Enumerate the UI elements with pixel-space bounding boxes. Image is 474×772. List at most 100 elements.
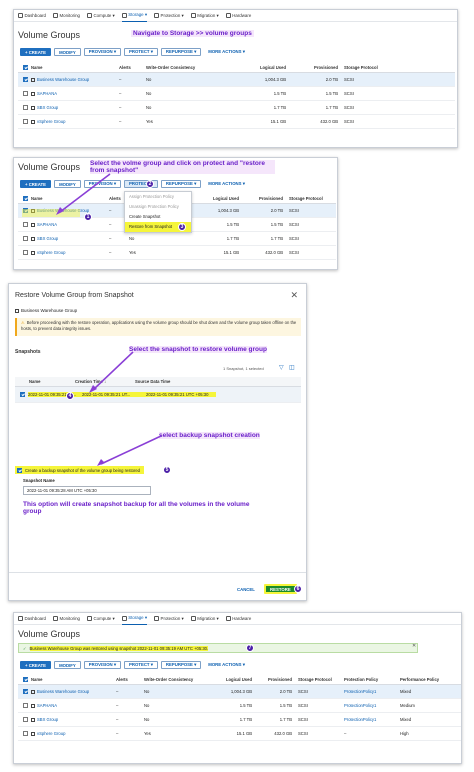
table-row[interactable]: vSphere Group – Yes 15.1 GB 432.0 GB SCS… bbox=[18, 246, 336, 260]
annotation-arrow bbox=[56, 173, 111, 215]
more-actions-button[interactable]: MORE ACTIONS ▾ bbox=[204, 48, 249, 56]
table-row[interactable]: vSphere Group – Yes 15.1 GB 432.0 GB SCS… bbox=[18, 115, 455, 129]
table-row[interactable]: SBX Group – No 1.7 TB 1.7 TB SCSI Protec… bbox=[18, 713, 461, 727]
table-header: Name Creation Time ↓ Source Data Time bbox=[15, 377, 301, 387]
create-button[interactable]: + CREATE bbox=[20, 48, 52, 56]
annotation-select-snapshot: Select the snapshot to restore volume gr… bbox=[129, 346, 267, 353]
select-all-checkbox[interactable] bbox=[23, 677, 28, 682]
snapshot-name-label: Snapshot Name bbox=[23, 478, 55, 483]
modify-button[interactable]: MODIFY bbox=[54, 661, 81, 669]
top-nav: Dashboard Monitoring Compute ▾ Storage ▾… bbox=[14, 613, 461, 625]
table-row[interactable]: SAPHANA – No 1.5 TB 1.5 TB SCSI bbox=[18, 87, 455, 101]
migration-icon bbox=[190, 616, 196, 621]
filter-icon[interactable]: ▽ bbox=[279, 364, 284, 371]
nav-monitoring[interactable]: Monitoring bbox=[52, 13, 80, 18]
compute-icon bbox=[86, 13, 92, 18]
volume-group-icon bbox=[31, 77, 35, 82]
menu-item-assign-policy[interactable]: Assign Protection Policy bbox=[125, 192, 191, 202]
nav-monitoring[interactable]: Monitoring bbox=[52, 616, 80, 621]
row-checkbox[interactable] bbox=[23, 731, 28, 736]
volume-group-icon bbox=[31, 703, 35, 708]
restore-button[interactable]: RESTORE bbox=[264, 584, 297, 594]
nav-migration[interactable]: Migration ▾ bbox=[190, 616, 219, 622]
step-badge-6: 6 bbox=[294, 585, 302, 593]
panel-volume-groups: Dashboard Monitoring Compute ▾ Storage ▾… bbox=[13, 9, 458, 148]
protect-button[interactable]: PROTECT ▾ bbox=[124, 661, 158, 669]
cancel-button[interactable]: CANCEL bbox=[233, 585, 259, 593]
success-banner: ✓ Business Warehouse Group was restored … bbox=[18, 643, 418, 653]
snapshots-heading: Snapshots bbox=[15, 349, 41, 355]
nav-hardware[interactable]: Hardware bbox=[225, 13, 251, 18]
repurpose-button[interactable]: REPURPOSE ▾ bbox=[160, 661, 202, 669]
backup-checkbox-row[interactable]: Create a backup snapshot of the volume g… bbox=[15, 466, 144, 474]
close-icon[interactable]: ✕ bbox=[290, 290, 298, 301]
repurpose-button[interactable]: REPURPOSE ▾ bbox=[160, 180, 202, 188]
row-checkbox[interactable] bbox=[23, 689, 28, 694]
top-nav: Dashboard Monitoring Compute ▾ Storage ▾… bbox=[14, 10, 457, 22]
table-row[interactable]: SBX Group – No 1.7 TB 1.7 TB SCSI bbox=[18, 101, 455, 115]
nav-storage[interactable]: Storage ▾ bbox=[121, 10, 148, 22]
volume-group-icon bbox=[15, 308, 19, 313]
table-header: Name Alerts Write-Order Consistency Logi… bbox=[18, 675, 461, 685]
nav-dashboard[interactable]: Dashboard bbox=[18, 13, 46, 18]
nav-protection[interactable]: Protection ▾ bbox=[154, 13, 184, 19]
snapshots-table: Name Creation Time ↓ Source Data Time 20… bbox=[15, 377, 301, 403]
volume-group-icon bbox=[31, 689, 35, 694]
more-actions-button[interactable]: MORE ACTIONS ▾ bbox=[204, 180, 249, 188]
row-checkbox[interactable] bbox=[23, 91, 28, 96]
nav-migration[interactable]: Migration ▾ bbox=[190, 13, 219, 19]
create-button[interactable]: + CREATE bbox=[20, 180, 52, 188]
row-checkbox[interactable] bbox=[23, 119, 28, 124]
backup-checkbox[interactable] bbox=[17, 467, 22, 473]
compute-icon bbox=[86, 616, 92, 621]
row-checkbox[interactable] bbox=[23, 222, 28, 227]
provision-button[interactable]: PROVISION ▾ bbox=[83, 661, 122, 669]
page-title: Volume Groups bbox=[18, 162, 81, 172]
select-all-checkbox[interactable] bbox=[23, 196, 28, 201]
columns-icon[interactable]: ◫ bbox=[289, 364, 295, 371]
repurpose-button[interactable]: REPURPOSE ▾ bbox=[160, 48, 202, 56]
shield-icon bbox=[154, 616, 160, 621]
nav-hardware[interactable]: Hardware bbox=[225, 616, 251, 621]
create-button[interactable]: + CREATE bbox=[20, 661, 52, 669]
volume-groups-table: Name Alerts Write-Order Consistency Logi… bbox=[18, 675, 461, 741]
select-all-checkbox[interactable] bbox=[23, 65, 28, 70]
volume-group-icon bbox=[31, 91, 35, 96]
annotation-backup-info: This option will create snapshot backup … bbox=[23, 501, 250, 515]
close-icon[interactable]: ✕ bbox=[412, 643, 416, 649]
menu-item-create-snapshot[interactable]: Create Snapshot bbox=[125, 212, 191, 222]
row-checkbox[interactable] bbox=[23, 236, 28, 241]
row-checkbox[interactable] bbox=[23, 717, 28, 722]
step-badge-3: 3 bbox=[178, 223, 186, 231]
snapshot-radio[interactable] bbox=[20, 392, 25, 397]
snapshot-row[interactable]: 2022-11-01 09:35:21 UT... 2022-11-01 09:… bbox=[15, 387, 301, 403]
nav-protection[interactable]: Protection ▾ bbox=[154, 616, 184, 622]
row-checkbox[interactable] bbox=[23, 250, 28, 255]
nav-storage[interactable]: Storage ▾ bbox=[121, 613, 148, 625]
dialog-group: Business Warehouse Group bbox=[15, 308, 77, 313]
annotation-select-group: Select the volme group and click on prot… bbox=[90, 160, 275, 174]
table-row[interactable]: SAPHANA – No 1.5 TB 1.5 TB SCSI Protecti… bbox=[18, 699, 461, 713]
step-badge-5: 5 bbox=[163, 466, 171, 474]
row-checkbox[interactable] bbox=[23, 77, 28, 82]
nav-dashboard[interactable]: Dashboard bbox=[18, 616, 46, 621]
monitoring-icon bbox=[52, 13, 58, 18]
table-row[interactable]: Business Warehouse Group – No 1,004.3 GB… bbox=[18, 73, 455, 87]
provision-button[interactable]: PROVISION ▾ bbox=[83, 48, 122, 56]
snapshot-name-input[interactable]: 2022-11-01 09:35:28 AM UTC +05:30 bbox=[23, 486, 151, 495]
table-row[interactable]: vSphere Group – Yes 15.1 GB 432.0 GB SCS… bbox=[18, 727, 461, 741]
modify-button[interactable]: MODIFY bbox=[54, 48, 81, 56]
volume-group-icon bbox=[31, 105, 35, 110]
protect-button[interactable]: PROTECT ▾ bbox=[124, 48, 158, 56]
table-row[interactable]: SBX Group – No 1.7 TB 1.7 TB SCSI bbox=[18, 232, 336, 246]
row-checkbox[interactable] bbox=[23, 105, 28, 110]
row-checkbox[interactable] bbox=[23, 703, 28, 708]
menu-item-unassign-policy[interactable]: Unassign Protection Policy bbox=[125, 202, 191, 212]
nav-compute[interactable]: Compute ▾ bbox=[86, 616, 115, 622]
annotation-arrow bbox=[97, 435, 162, 466]
volume-group-icon bbox=[31, 119, 35, 124]
more-actions-button[interactable]: MORE ACTIONS ▾ bbox=[204, 661, 249, 669]
page-title: Volume Groups bbox=[18, 30, 81, 40]
table-row[interactable]: Business Warehouse Group – No 1,004.3 GB… bbox=[18, 685, 461, 699]
nav-compute[interactable]: Compute ▾ bbox=[86, 13, 115, 19]
